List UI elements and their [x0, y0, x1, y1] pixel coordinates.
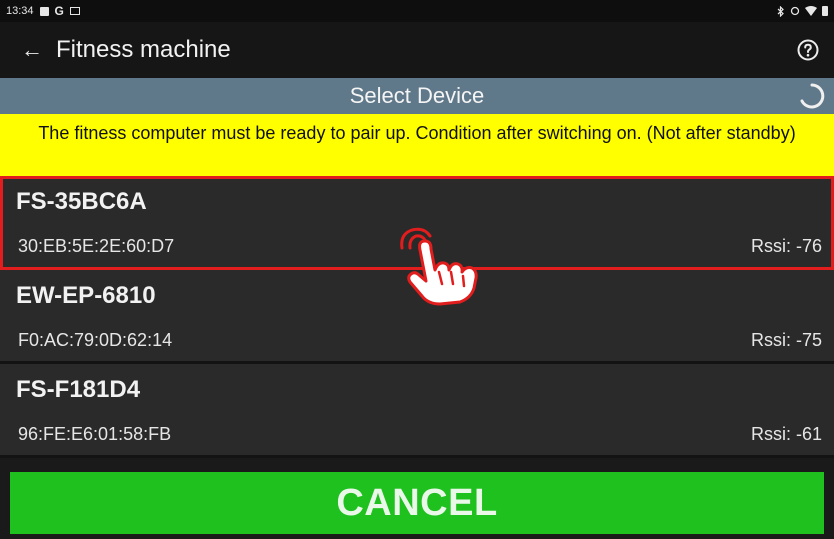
status-bar: 13:34 G — [0, 0, 834, 22]
device-rssi: Rssi: -61 — [750, 424, 822, 444]
cancel-button-label: CANCEL — [336, 481, 498, 524]
device-mac-address: F0:AC:79:0D:62:14 — [18, 330, 173, 350]
screen-icon — [69, 7, 80, 15]
device-item[interactable]: EW-EP-6810 F0:AC:79:0D:62:14 Rssi: -75 — [0, 270, 834, 364]
notification-square-icon — [39, 6, 49, 16]
device-item[interactable]: FS-35BC6A 30:EB:5E:2E:60:D7 Rssi: -76 — [0, 176, 834, 270]
screen: 13:34 G ← Fitness machine Select Device … — [0, 0, 834, 539]
bluetooth-icon — [777, 5, 784, 17]
back-arrow-icon[interactable]: ← — [12, 37, 52, 63]
select-device-title: Select Device — [349, 83, 485, 108]
status-right — [777, 5, 828, 17]
device-mac-address: 30:EB:5E:2E:60:D7 — [18, 236, 175, 256]
pairing-warning-banner: The fitness computer must be ready to pa… — [0, 114, 834, 176]
cancel-button[interactable]: CANCEL — [10, 472, 824, 534]
app-title: Fitness machine — [56, 36, 231, 63]
device-name: FS-F181D4 — [16, 376, 141, 403]
select-device-header: Select Device — [0, 78, 834, 114]
wifi-icon — [805, 6, 817, 16]
battery-icon — [822, 6, 828, 16]
data-icon — [790, 6, 800, 16]
status-left: 13:34 G — [6, 4, 80, 18]
device-item[interactable]: FS-F181D4 96:FE:E6:01:58:FB Rssi: -61 — [0, 364, 834, 458]
device-name: FS-35BC6A — [16, 188, 147, 215]
google-g-icon: G — [54, 4, 64, 18]
device-rssi: Rssi: -76 — [750, 236, 822, 256]
device-name: EW-EP-6810 — [16, 282, 156, 309]
status-time: 13:34 — [6, 5, 34, 17]
device-mac-address: 96:FE:E6:01:58:FB — [18, 424, 172, 444]
help-circle-icon[interactable] — [796, 38, 820, 62]
device-rssi: Rssi: -75 — [750, 330, 822, 350]
app-bar: ← Fitness machine — [0, 22, 834, 78]
device-list: FS-35BC6A 30:EB:5E:2E:60:D7 Rssi: -76 EW… — [0, 176, 834, 458]
pairing-warning-text: The fitness computer must be ready to pa… — [38, 123, 796, 143]
loading-spinner-icon — [800, 83, 825, 109]
